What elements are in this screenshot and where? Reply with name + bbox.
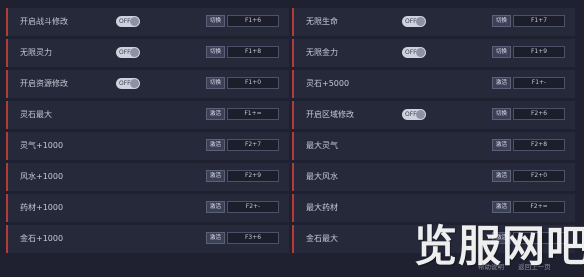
option-row: 灵气+1000 激活 F2+7 [6,132,289,160]
option-row: 开启资源修改 OFF 切换 F1+0 [6,70,289,98]
action-button[interactable]: 切换 [492,46,511,58]
option-toggle[interactable]: OFF [116,16,140,27]
option-toggle[interactable]: OFF [402,16,426,27]
option-label: 灵石+5000 [306,79,350,88]
hotkey-field[interactable]: F1+8 [227,46,279,58]
toggle-state-text: OFF [405,18,417,25]
action-button[interactable]: 激活 [206,232,225,244]
action-button[interactable]: 激活 [492,139,511,151]
hotkey-field[interactable]: F2+8 [513,139,565,151]
watermark: 览服网吧 [414,222,584,272]
option-label: 灵石最大 [20,110,52,119]
toggle-knob [416,17,425,26]
action-button[interactable]: 切换 [492,15,511,27]
option-row: 无限生命 OFF 切换 F1+7 [292,8,575,36]
option-toggle[interactable]: OFF [116,78,140,89]
option-label: 药材+1000 [20,203,64,212]
option-label: 无限灵力 [20,48,52,57]
option-row: 开启区域修改 OFF 切换 F2+6 [292,101,575,129]
toggle-state-text: OFF [405,49,417,56]
option-toggle[interactable]: OFF [402,47,426,58]
hotkey-field[interactable]: F1+7 [513,15,565,27]
toggle-knob [130,79,139,88]
toggle-state-text: OFF [405,111,417,118]
option-label: 开启战斗修改 [20,17,68,26]
option-label: 金石最大 [306,234,338,243]
toggle-state-text: OFF [119,80,131,87]
toggle-knob [416,110,425,119]
option-label: 最大灵气 [306,141,338,150]
option-label: 最大药材 [306,203,338,212]
hotkey-field[interactable]: F3+6 [227,232,279,244]
hotkey-field[interactable]: F1+6 [227,15,279,27]
left-column: 开启战斗修改 OFF 切换 F1+6 无限灵力 OFF 切换 F1+8 开启资源修改 OFF 切换 F… [6,8,289,256]
option-label: 金石+1000 [20,234,64,243]
option-row: 灵石+5000 激活 F1+- [292,70,575,98]
action-button[interactable]: 激活 [492,77,511,89]
option-row: 无限金力 OFF 切换 F1+9 [292,39,575,67]
action-button[interactable]: 切换 [206,77,225,89]
hotkey-field[interactable]: F1+9 [513,46,565,58]
option-row: 最大风水 激活 F2+0 [292,163,575,191]
action-button[interactable]: 激活 [492,170,511,182]
option-row: 金石+1000 激活 F3+6 [6,225,289,253]
option-label: 风水+1000 [20,172,64,181]
hotkey-field[interactable]: F1+= [227,108,279,120]
option-label: 灵气+1000 [20,141,64,150]
action-button[interactable]: 激活 [206,139,225,151]
action-button[interactable]: 激活 [206,170,225,182]
action-button[interactable]: 切换 [492,108,511,120]
action-button[interactable]: 激活 [206,108,225,120]
hotkey-field[interactable]: F2+9 [227,170,279,182]
hotkey-field[interactable]: F2+7 [227,139,279,151]
hotkey-field[interactable]: F1+- [513,77,565,89]
action-button[interactable]: 切换 [206,15,225,27]
hotkey-field[interactable]: F1+0 [227,77,279,89]
option-label: 开启资源修改 [20,79,68,88]
option-toggle[interactable]: OFF [402,109,426,120]
hotkey-field[interactable]: F2+6 [513,108,565,120]
toggle-knob [130,48,139,57]
option-row: 无限灵力 OFF 切换 F1+8 [6,39,289,67]
action-button[interactable]: 激活 [206,201,225,213]
option-row: 药材+1000 激活 F2+- [6,194,289,222]
toggle-state-text: OFF [119,18,131,25]
toggle-knob [130,17,139,26]
option-label: 无限生命 [306,17,338,26]
option-label: 开启区域修改 [306,110,354,119]
option-row: 风水+1000 激活 F2+9 [6,163,289,191]
action-button[interactable]: 切换 [206,46,225,58]
option-row: 最大灵气 激活 F2+8 [292,132,575,160]
hotkey-field[interactable]: F2+- [227,201,279,213]
hotkey-field[interactable]: F2+0 [513,170,565,182]
toggle-state-text: OFF [119,49,131,56]
toggle-knob [416,48,425,57]
option-row: 灵石最大 激活 F1+= [6,101,289,129]
option-row: 开启战斗修改 OFF 切换 F1+6 [6,8,289,36]
option-label: 无限金力 [306,48,338,57]
option-toggle[interactable]: OFF [116,47,140,58]
option-label: 最大风水 [306,172,338,181]
